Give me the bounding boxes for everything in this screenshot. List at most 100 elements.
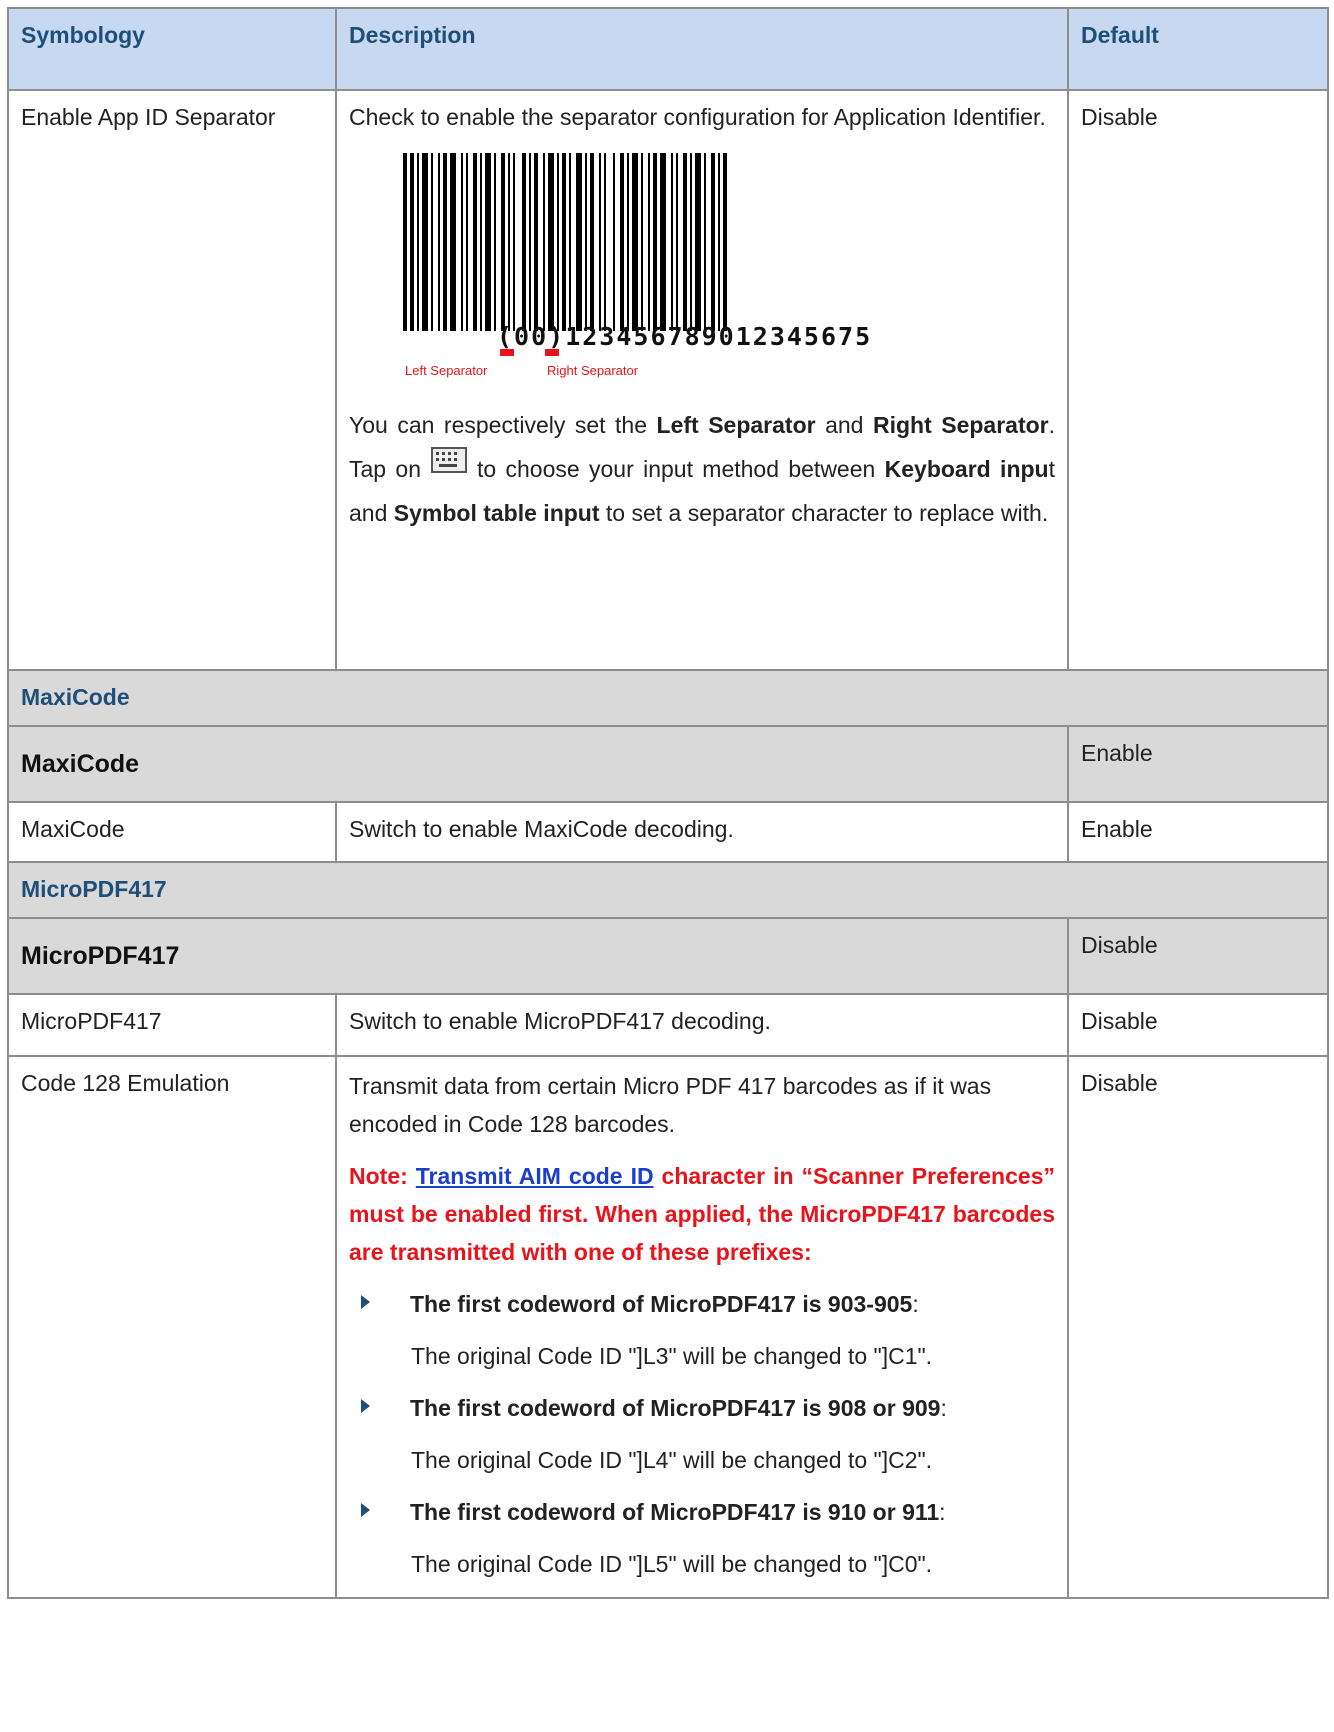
header-symbology: Symbology	[7, 7, 337, 91]
keyboard-input-term: Keyboard inpu	[884, 456, 1049, 482]
prefix-bullet-2: The first codeword of MicroPDF417 is 908…	[349, 1389, 1055, 1427]
group-title: MicroPDF417	[7, 861, 1329, 919]
barcode-bar	[695, 153, 701, 331]
barcode-bar	[485, 153, 491, 331]
barcode-bar	[403, 153, 407, 331]
barcode-bar	[627, 153, 629, 331]
barcode-bar	[494, 153, 496, 331]
symbology-cell: MicroPDF417	[7, 993, 337, 1057]
table-row-code128-emulation: Code 128 Emulation Transmit data from ce…	[7, 1055, 1329, 1599]
aim-code-id-link[interactable]: Transmit AIM code ID	[416, 1163, 654, 1189]
barcode-bar	[576, 153, 582, 331]
barcode-bar	[660, 153, 666, 331]
barcode-bar	[723, 153, 727, 331]
barcode-bar	[604, 153, 606, 331]
barcode-bar	[648, 153, 650, 331]
subgroup-row-maxicode: MaxiCode Enable	[7, 725, 1329, 803]
barcode-bar	[711, 153, 715, 331]
barcode-bar	[585, 153, 587, 331]
description-cell: Check to enable the separator configurat…	[335, 89, 1069, 671]
prefix-bullet-3: The first codeword of MicroPDF417 is 910…	[349, 1493, 1055, 1531]
default-cell: Disable	[1067, 993, 1329, 1057]
barcode-bar	[450, 153, 456, 331]
barcode-bar	[473, 153, 477, 331]
barcode-bar	[683, 153, 687, 331]
bullet-detail: The original Code ID "]L4" will be chang…	[411, 1447, 933, 1473]
default-cell: Enable	[1067, 801, 1329, 863]
symbol-table-input-term: Symbol table input	[393, 500, 600, 526]
barcode-bar	[431, 153, 433, 331]
bullet-triangle-icon	[361, 1295, 370, 1309]
bullet-colon: :	[940, 1395, 947, 1421]
barcode-bar	[417, 153, 419, 331]
subgroup-row-micropdf417: MicroPDF417 Disable	[7, 917, 1329, 995]
barcode-bar	[410, 153, 414, 331]
bullet-title: The first codeword of MicroPDF417 is 908…	[410, 1395, 941, 1421]
group-header-maxicode: MaxiCode	[7, 669, 1329, 727]
barcode-bar	[548, 153, 554, 331]
barcode-bar	[599, 153, 601, 331]
barcode-bar	[438, 153, 440, 331]
subgroup-default: Enable	[1067, 725, 1329, 803]
bullet-colon: :	[912, 1291, 919, 1317]
barcode-bar	[466, 153, 468, 331]
barcode-bar	[443, 153, 447, 331]
text-fragment: You can respectively set the	[349, 412, 657, 438]
barcode-bar	[557, 153, 559, 331]
group-title: MaxiCode	[7, 669, 1329, 727]
barcode-bar	[590, 153, 594, 331]
header-default: Default	[1067, 7, 1329, 91]
table-header-row: Symbology Description Default	[7, 7, 1329, 91]
barcode-bar	[641, 153, 643, 331]
barcode-bar	[690, 153, 692, 331]
default-cell: Disable	[1067, 89, 1329, 671]
barcode-bar	[676, 153, 678, 331]
barcode-bar	[513, 153, 515, 331]
left-separator-term: Left Separator	[656, 412, 816, 438]
text-fragment: to set a separator character to replace …	[599, 500, 1049, 526]
subgroup-title: MaxiCode	[7, 725, 1069, 803]
left-separator-marker	[500, 349, 514, 356]
barcode-bar	[632, 153, 638, 331]
default-cell: Disable	[1067, 1055, 1329, 1599]
text-fragment: and	[815, 412, 873, 438]
text-fragment: to choose your input method between	[477, 456, 885, 482]
description-intro: Check to enable the separator configurat…	[349, 104, 1046, 130]
barcode-bar	[562, 153, 566, 331]
subgroup-title: MicroPDF417	[7, 917, 1069, 995]
barcode-bar	[529, 153, 531, 331]
header-description: Description	[335, 7, 1069, 91]
symbology-cell: MaxiCode	[7, 801, 337, 863]
bullet-detail: The original Code ID "]L3" will be chang…	[411, 1343, 933, 1369]
note-prefix: Note:	[349, 1163, 416, 1189]
right-separator-marker	[545, 349, 559, 356]
prefix-bullet-1: The first codeword of MicroPDF417 is 903…	[349, 1285, 1055, 1323]
barcode-bar	[534, 153, 538, 331]
table-row-app-id-separator: Enable App ID Separator Check to enable …	[7, 89, 1329, 671]
barcode-bar	[422, 153, 428, 331]
barcode-bar	[522, 153, 526, 331]
symbology-cell: Enable App ID Separator	[7, 89, 337, 671]
symbology-table: Symbology Description Default Enable App…	[7, 7, 1329, 1599]
barcode-bar	[653, 153, 657, 331]
barcode-bar	[508, 153, 510, 331]
barcode-bar	[718, 153, 720, 331]
table-row-maxicode: MaxiCode Switch to enable MaxiCode decod…	[7, 801, 1329, 863]
barcode-bar	[480, 153, 482, 331]
bullet-detail: The original Code ID "]L5" will be chang…	[411, 1551, 933, 1577]
separator-instructions: You can respectively set the Left Separa…	[349, 403, 1055, 535]
description-cell: Transmit data from certain Micro PDF 417…	[335, 1055, 1069, 1599]
barcode-bar	[620, 153, 624, 331]
barcode-bar	[543, 153, 545, 331]
bullet-title: The first codeword of MicroPDF417 is 910…	[410, 1499, 940, 1525]
description-cell: Switch to enable MicroPDF417 decoding.	[335, 993, 1069, 1057]
keyboard-icon	[431, 447, 467, 473]
barcode-bar	[704, 153, 706, 331]
barcode-bar	[461, 153, 463, 331]
table-row-micropdf417: MicroPDF417 Switch to enable MicroPDF417…	[7, 993, 1329, 1057]
description-cell: Switch to enable MaxiCode decoding.	[335, 801, 1069, 863]
barcode-bar	[613, 153, 615, 331]
document-page: Symbology Description Default Enable App…	[0, 0, 1334, 1732]
barcode-bars	[403, 153, 923, 331]
barcode-illustration: (00)123456789012345675 Left Separator Ri…	[397, 153, 1027, 385]
